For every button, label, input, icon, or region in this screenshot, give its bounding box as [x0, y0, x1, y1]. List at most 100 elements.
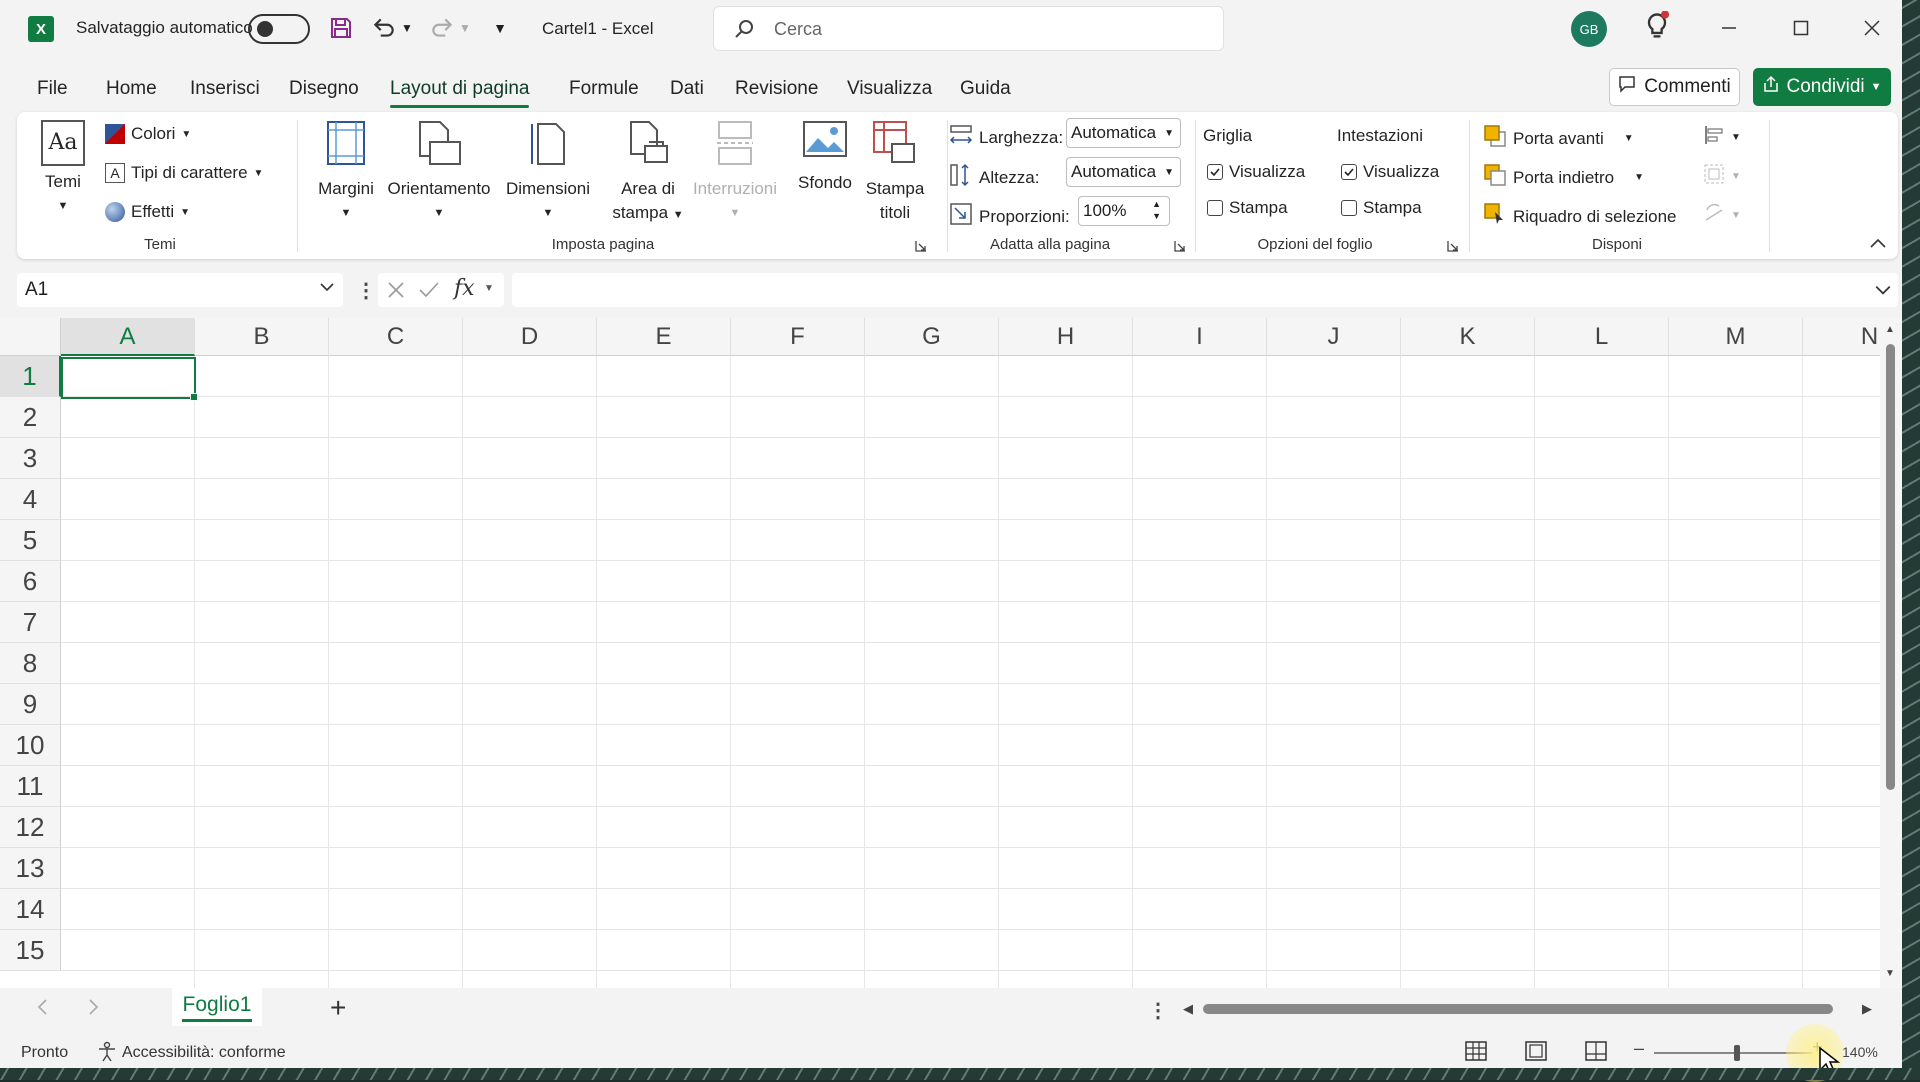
row-header-9[interactable]: 9: [0, 684, 61, 725]
vertical-scroll-thumb[interactable]: [1886, 344, 1895, 790]
vertical-scrollbar[interactable]: ▲ ▼: [1880, 318, 1902, 988]
row-header-6[interactable]: 6: [0, 561, 61, 602]
share-button[interactable]: Condividi ▼: [1753, 68, 1891, 106]
close-icon[interactable]: [1847, 8, 1897, 48]
customize-qat-icon[interactable]: ▼: [486, 14, 514, 42]
row-header-13[interactable]: 13: [0, 848, 61, 889]
maximize-icon[interactable]: [1776, 8, 1826, 48]
tab-file[interactable]: File: [37, 78, 68, 100]
column-header-I[interactable]: I: [1133, 318, 1267, 356]
row-header-14[interactable]: 14: [0, 889, 61, 930]
row-header-10[interactable]: 10: [0, 725, 61, 766]
row-header-2[interactable]: 2: [0, 397, 61, 438]
size-button[interactable]: Dimensioni ▼: [501, 120, 595, 225]
dialog-launcher-icon[interactable]: [1447, 240, 1459, 252]
column-header-J[interactable]: J: [1267, 318, 1401, 356]
selection-pane-button[interactable]: Riquadro di selezione: [1483, 202, 1677, 231]
tab-dati[interactable]: Dati: [670, 78, 704, 100]
fill-handle[interactable]: [190, 393, 198, 401]
column-header-M[interactable]: M: [1669, 318, 1803, 356]
user-avatar[interactable]: GB: [1571, 11, 1607, 47]
print-area-button[interactable]: Area di stampa ▼: [603, 120, 693, 227]
background-button[interactable]: Sfondo: [789, 120, 861, 195]
collapse-ribbon-icon[interactable]: [1870, 238, 1886, 248]
orientation-button[interactable]: Orientamento ▼: [383, 120, 495, 225]
formula-input[interactable]: [512, 273, 1898, 307]
autosave-toggle[interactable]: [248, 14, 310, 44]
colors-button[interactable]: Colori ▼: [105, 124, 191, 144]
tab-disegno[interactable]: Disegno: [289, 78, 359, 100]
accessibility-icon[interactable]: [96, 1041, 118, 1068]
column-header-B[interactable]: B: [195, 318, 329, 356]
chevron-down-icon[interactable]: ▼: [484, 283, 494, 294]
selected-cell-A1[interactable]: [61, 357, 198, 401]
tab-layout-di-pagina[interactable]: Layout di pagina: [390, 78, 530, 108]
tab-home[interactable]: Home: [106, 78, 157, 100]
stepper-arrows-icon[interactable]: ▲ ▼: [1152, 198, 1161, 222]
fonts-button[interactable]: A Tipi di carattere ▼: [105, 163, 263, 183]
more-options-icon[interactable]: ⋮: [356, 278, 376, 303]
minimize-icon[interactable]: [1704, 8, 1754, 48]
gridlines-view-checkbox[interactable]: Visualizza: [1207, 162, 1305, 182]
dialog-launcher-icon[interactable]: [1174, 240, 1186, 252]
headings-view-checkbox[interactable]: Visualizza: [1341, 162, 1439, 182]
bring-forward-button[interactable]: Porta avanti ▼: [1483, 124, 1634, 153]
zoom-level[interactable]: 140%: [1842, 1044, 1878, 1060]
redo-icon[interactable]: [428, 14, 456, 42]
scroll-left-icon[interactable]: ◀: [1183, 1001, 1193, 1017]
rotate-button[interactable]: ▼: [1703, 202, 1741, 229]
insert-function-icon[interactable]: fx: [454, 276, 475, 301]
cancel-icon[interactable]: [386, 280, 406, 305]
headings-print-checkbox[interactable]: Stampa: [1341, 198, 1422, 218]
chevron-down-icon[interactable]: [319, 279, 335, 301]
column-header-G[interactable]: G: [865, 318, 999, 356]
column-header-D[interactable]: D: [463, 318, 597, 356]
row-header-7[interactable]: 7: [0, 602, 61, 643]
row-header-1[interactable]: 1: [0, 356, 61, 397]
redo-dropdown-icon[interactable]: ▼: [456, 14, 474, 42]
page-break-view-icon[interactable]: [1584, 1040, 1608, 1067]
tab-revisione[interactable]: Revisione: [735, 78, 818, 100]
scroll-up-icon[interactable]: ▲: [1885, 324, 1895, 335]
sheet-tab-foglio1[interactable]: Foglio1: [172, 988, 262, 1026]
print-titles-button[interactable]: Stampa titoli: [863, 120, 927, 225]
row-header-11[interactable]: 11: [0, 766, 61, 807]
margins-button[interactable]: Margini ▼: [313, 120, 379, 225]
name-box[interactable]: A1: [17, 273, 343, 307]
scroll-right-icon[interactable]: ▶: [1862, 1001, 1872, 1017]
tab-formule[interactable]: Formule: [569, 78, 639, 100]
themes-button[interactable]: Aa Temi ▼: [37, 120, 89, 218]
row-header-4[interactable]: 4: [0, 479, 61, 520]
group-objects-button[interactable]: ▼: [1703, 163, 1741, 190]
more-options-icon[interactable]: ⋮: [1148, 998, 1168, 1023]
tab-inserisci[interactable]: Inserisci: [190, 78, 260, 100]
worksheet-grid[interactable]: A B C D E F G H I J K L M N 1 2 3 4 5 6 7 8 9 10 11 12 13 14 15: [0, 318, 1902, 988]
column-header-K[interactable]: K: [1401, 318, 1535, 356]
column-header-C[interactable]: C: [329, 318, 463, 356]
undo-dropdown-icon[interactable]: ▼: [398, 14, 416, 42]
gridlines-print-checkbox[interactable]: Stampa: [1207, 198, 1288, 218]
normal-view-icon[interactable]: [1464, 1040, 1488, 1067]
accessibility-status[interactable]: Accessibilità: conforme: [122, 1044, 286, 1062]
scroll-down-icon[interactable]: ▼: [1885, 968, 1895, 979]
prev-sheet-icon[interactable]: [36, 998, 50, 1021]
lightbulb-icon[interactable]: [1643, 11, 1671, 40]
undo-icon[interactable]: [370, 14, 398, 42]
scale-stepper[interactable]: 100% ▲ ▼: [1078, 196, 1170, 226]
column-header-E[interactable]: E: [597, 318, 731, 356]
tab-visualizza[interactable]: Visualizza: [847, 78, 932, 100]
dialog-launcher-icon[interactable]: [915, 240, 927, 252]
save-icon[interactable]: [327, 14, 355, 42]
column-header-F[interactable]: F: [731, 318, 865, 356]
comments-button[interactable]: Commenti: [1609, 68, 1740, 106]
tab-guida[interactable]: Guida: [960, 78, 1011, 100]
page-layout-view-icon[interactable]: [1524, 1040, 1548, 1067]
select-all-corner[interactable]: [0, 318, 61, 356]
send-backward-button[interactable]: Porta indietro ▼: [1483, 163, 1644, 192]
column-header-L[interactable]: L: [1535, 318, 1669, 356]
column-header-A[interactable]: A: [61, 318, 195, 356]
add-sheet-icon[interactable]: +: [330, 992, 346, 1024]
height-select[interactable]: Automatica ▼: [1066, 157, 1181, 187]
row-header-3[interactable]: 3: [0, 438, 61, 479]
column-header-H[interactable]: H: [999, 318, 1133, 356]
